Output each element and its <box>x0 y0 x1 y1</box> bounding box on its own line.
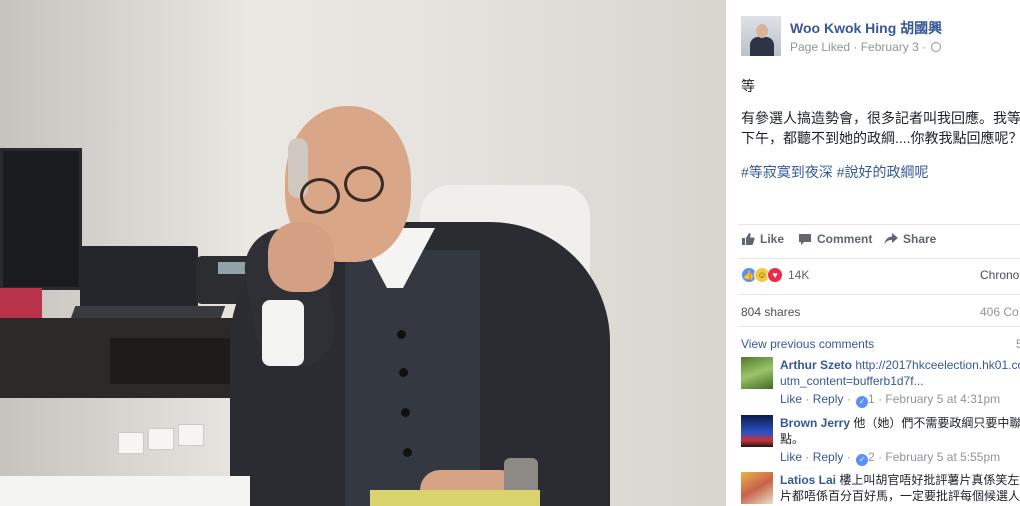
comment-text: 他（她）們不需要政綱只要中聯 <box>853 416 1020 430</box>
reactions-summary[interactable]: 👍 ☺ ♥ 14K <box>741 266 809 284</box>
comment-like-button[interactable]: Like <box>780 450 802 464</box>
comment-link[interactable]: http://2017hkceelection.hk01.cor <box>855 358 1020 372</box>
comment-button[interactable]: Comment <box>798 232 872 246</box>
comment-meta: Like · Reply · ✓ 2 · February 5 at 5:55pm <box>780 450 1001 466</box>
divider <box>738 224 1020 225</box>
like-reaction-icon: ✓ <box>856 396 869 408</box>
comment-link-continued[interactable]: utm_content=bufferb1d7f... <box>780 373 1020 389</box>
comment-reply-button[interactable]: Reply <box>813 450 844 464</box>
photo-glasses <box>344 166 384 202</box>
post-panel: Woo Kwok Hing 胡國興 Page Liked · February … <box>726 0 1020 506</box>
photo-man-hand <box>268 222 334 292</box>
photo-socket <box>178 424 204 446</box>
page-liked-status: Page Liked <box>790 40 851 54</box>
share-icon <box>884 233 898 245</box>
comments-page-count: 5 <box>1016 337 1020 351</box>
commenter-name[interactable]: Brown Jerry <box>780 416 850 430</box>
commenter-avatar[interactable] <box>741 357 773 389</box>
photo-vest-button <box>403 448 412 457</box>
shares-count[interactable]: 804 shares <box>741 305 800 319</box>
photo-vest-button <box>399 368 408 377</box>
love-reaction-icon: ♥ <box>767 267 783 283</box>
comments-count[interactable]: 406 Co <box>980 305 1019 319</box>
photo-laptop <box>80 246 198 312</box>
comment-text: 樓上叫胡官唔好批評薯片真係笑左 <box>839 473 1020 487</box>
commenter-avatar[interactable] <box>741 472 773 504</box>
comment-sort-selector[interactable]: Chronol <box>980 268 1020 282</box>
divider <box>738 294 1020 295</box>
like-reaction-icon: ✓ <box>856 454 869 466</box>
hashtag-link[interactable]: #說好的政綱呢 <box>837 164 929 180</box>
like-button[interactable]: Like <box>741 232 784 246</box>
commenter-name[interactable]: Arthur Szeto <box>780 358 852 372</box>
thumbs-up-icon <box>742 233 755 245</box>
comment-icon <box>799 234 811 245</box>
photo-papers <box>0 476 250 506</box>
commenter-avatar[interactable] <box>741 415 773 447</box>
comment-meta: Like · Reply · ✓ 1 · February 5 at 4:31pm <box>780 392 1001 408</box>
divider <box>738 258 1020 259</box>
post-text-line: 下午，都聽不到她的政綱....你教我點回應呢？ <box>741 130 1020 146</box>
comment-like-count[interactable]: 2 <box>868 450 875 464</box>
commenter-name[interactable]: Latios Lai <box>780 473 836 487</box>
post-date[interactable]: February 3 <box>861 40 919 54</box>
reactions-count: 14K <box>788 268 810 282</box>
author-avatar[interactable] <box>741 16 781 56</box>
photo-glasses <box>300 178 340 214</box>
photo-socket <box>118 432 144 454</box>
photo-man-cuff <box>262 300 304 366</box>
photo-vest-button <box>397 330 406 339</box>
post-text-line: 有參選人搞造勢會，很多記者叫我回應。我等足 <box>741 110 1020 126</box>
photo-red-box <box>0 288 42 322</box>
globe-icon <box>931 42 942 52</box>
post-photo[interactable] <box>0 0 726 506</box>
hashtag-link[interactable]: #等寂寞到夜深 <box>741 164 833 180</box>
post-hashtags: #等寂寞到夜深 #說好的政綱呢 <box>741 162 928 182</box>
comment-time[interactable]: February 5 at 4:31pm <box>885 392 1000 406</box>
author-name[interactable]: Woo Kwok Hing 胡國興 <box>790 18 942 38</box>
post-text-line: 等 <box>741 78 755 94</box>
comment-text-continued: 點。 <box>780 432 805 446</box>
comment-text-continued: 片都唔係百分百好馬，一定要批評每個候選人， <box>780 489 1020 503</box>
divider <box>738 326 1020 327</box>
photo-socket <box>148 428 174 450</box>
comment-like-count[interactable]: 1 <box>868 392 875 406</box>
post-meta: Page Liked · February 3 · <box>790 40 942 54</box>
comment-time[interactable]: February 5 at 5:55pm <box>885 450 1000 464</box>
view-previous-comments-link[interactable]: View previous comments <box>741 337 874 351</box>
photo-yellow-folder <box>370 490 540 506</box>
photo-monitor <box>0 148 82 290</box>
photo-man-vest <box>345 250 480 506</box>
photo-vest-button <box>401 408 410 417</box>
comment-reply-button[interactable]: Reply <box>813 392 844 406</box>
comment-like-button[interactable]: Like <box>780 392 802 406</box>
share-button[interactable]: Share <box>884 232 936 246</box>
